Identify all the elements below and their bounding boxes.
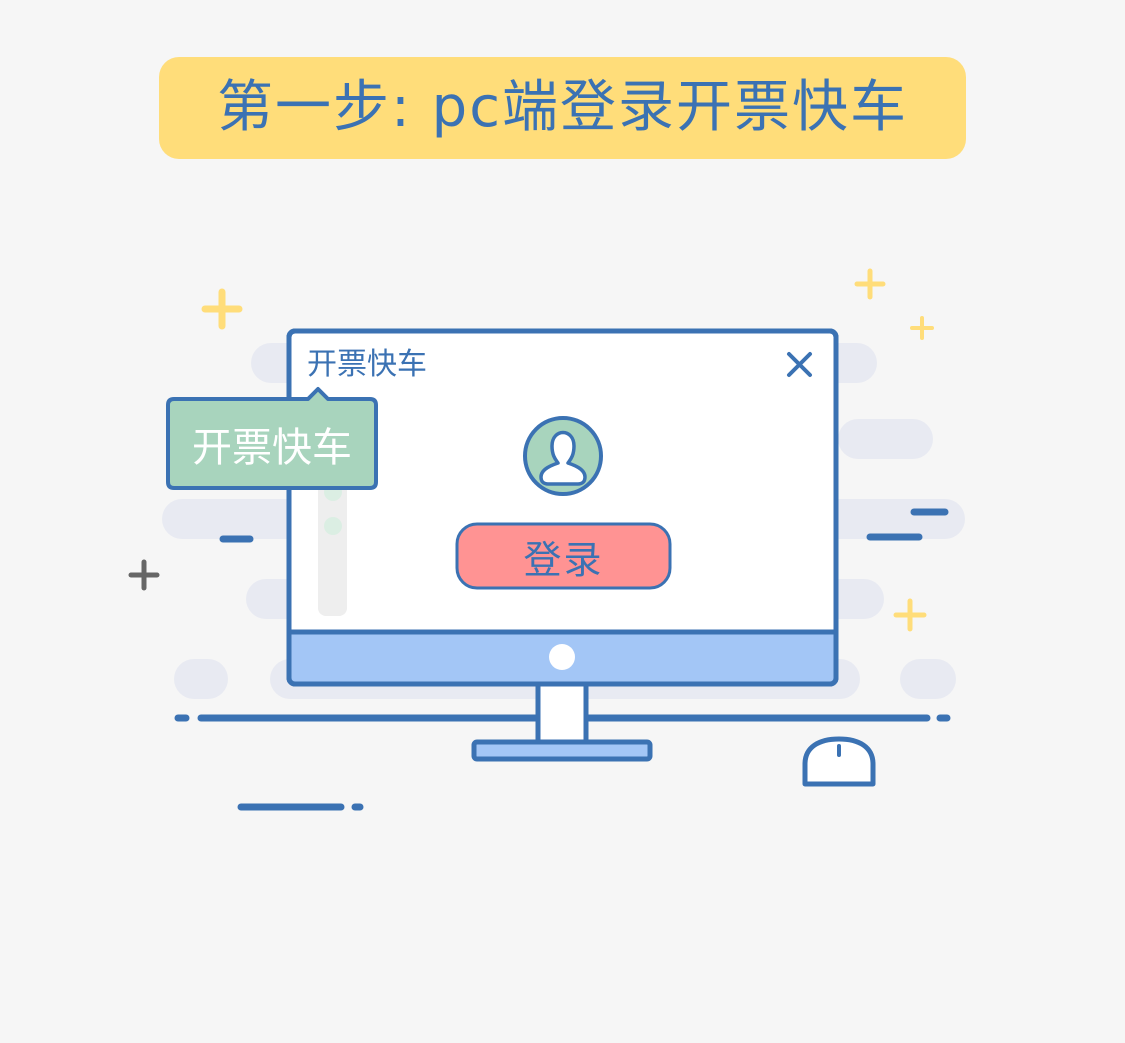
- mouse-icon: [802, 736, 876, 787]
- plus-icon: [893, 598, 927, 632]
- login-button[interactable]: 登录: [457, 524, 670, 588]
- plus-icon: [201, 288, 243, 330]
- avatar-icon: [523, 416, 603, 496]
- plus-icon: [128, 559, 160, 591]
- power-button: [549, 644, 575, 670]
- sidebar-dot: [324, 517, 342, 535]
- window-title: 开票快车: [307, 347, 427, 382]
- close-button[interactable]: [778, 343, 822, 387]
- plus-icon: [854, 268, 886, 300]
- tooltip-label: 开票快车: [192, 425, 352, 471]
- illustration: [128, 268, 965, 811]
- plus-icon: [910, 316, 934, 340]
